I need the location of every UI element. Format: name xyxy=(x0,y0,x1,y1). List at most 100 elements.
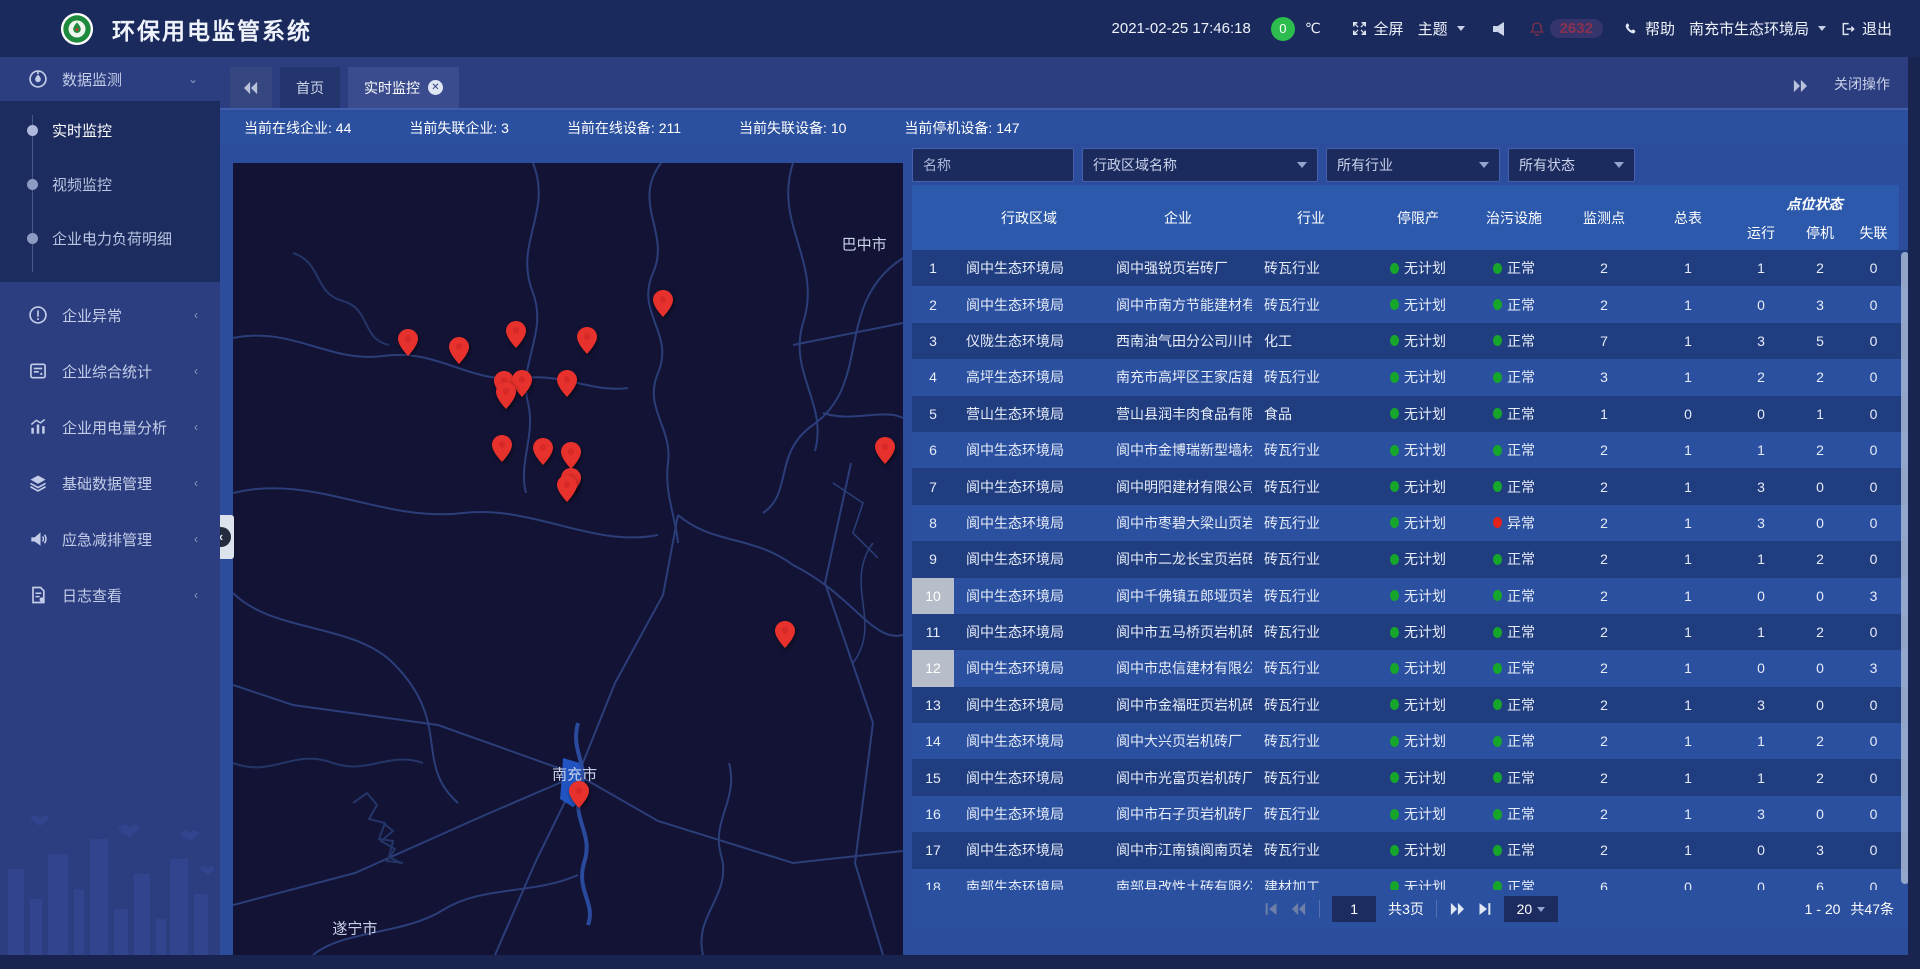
table-row[interactable]: 3 仪陇生态环境局 西南油气田分公司川中 化工 无计划 正常 xyxy=(912,323,1910,359)
cell-region: 阆中生态环境局 xyxy=(954,295,1104,315)
status-dot-icon xyxy=(1390,554,1399,565)
table-row[interactable]: 18 南部生态环境局 南部县改性土砖有限公 建材加工 无计划 正常 xyxy=(912,869,1910,890)
sidebar-item[interactable]: 应急减排管理 ‹ xyxy=(0,511,220,567)
tab-scroll-right-button[interactable] xyxy=(1792,79,1808,98)
close-icon[interactable]: ✕ xyxy=(428,80,443,95)
last-page-button[interactable] xyxy=(1477,902,1492,916)
tab-realtime-monitor[interactable]: 实时监控 ✕ xyxy=(348,67,459,108)
tab-home[interactable]: 首页 xyxy=(280,67,340,108)
table-row[interactable]: 2 阆中生态环境局 阆中市南方节能建材有 砖瓦行业 无计划 正常 xyxy=(912,286,1910,322)
sidebar-item[interactable]: 基础数据管理 ‹ xyxy=(0,455,220,511)
table-row[interactable]: 1 阆中生态环境局 阆中强锐页岩砖厂 砖瓦行业 无计划 正常 xyxy=(912,250,1910,286)
sidebar-item[interactable]: 企业用电量分析 ‹ xyxy=(0,399,220,455)
fullscreen-button[interactable]: 全屏 xyxy=(1351,18,1404,39)
table-row[interactable]: 7 阆中生态环境局 阆中明阳建材有限公司 砖瓦行业 无计划 正常 xyxy=(912,468,1910,504)
cell-lost: 3 xyxy=(1848,660,1899,676)
cell-stop-status: 无计划 xyxy=(1370,258,1466,278)
table-row[interactable]: 6 阆中生态环境局 阆中市金博瑞新型墙材 砖瓦行业 无计划 正常 xyxy=(912,432,1910,468)
table-row[interactable]: 4 高坪生态环境局 南充市高坪区王家店建 砖瓦行业 无计划 正常 xyxy=(912,359,1910,395)
table-row[interactable]: 14 阆中生态环境局 阆中大兴页岩机砖厂 砖瓦行业 无计划 正常 xyxy=(912,723,1910,759)
status-select[interactable]: 所有状态 xyxy=(1508,148,1635,182)
logout-button[interactable]: 退出 xyxy=(1840,18,1892,39)
cell-facility-status: 正常 xyxy=(1466,258,1562,278)
table-row[interactable]: 8 阆中生态环境局 阆中市枣碧大梁山页岩 砖瓦行业 无计划 异常 xyxy=(912,505,1910,541)
cell-industry: 砖瓦行业 xyxy=(1252,513,1370,533)
cell-lost: 0 xyxy=(1848,624,1899,640)
cell-lost: 0 xyxy=(1848,406,1899,422)
next-page-button[interactable] xyxy=(1449,902,1465,916)
status-text: 无计划 xyxy=(1404,731,1446,751)
table-row[interactable]: 9 阆中生态环境局 阆中市二龙长宝页岩砖 砖瓦行业 无计划 正常 xyxy=(912,541,1910,577)
table-row[interactable]: 13 阆中生态环境局 阆中市金福旺页岩机砖 砖瓦行业 无计划 正常 xyxy=(912,687,1910,723)
cell-company: 阆中市忠信建材有限公 xyxy=(1104,658,1252,678)
prev-page-button[interactable] xyxy=(1291,902,1307,916)
cell-meters: 0 xyxy=(1646,406,1730,422)
chevron-left-icon: ‹ xyxy=(194,308,198,322)
sidebar-item[interactable]: 企业综合统计 ‹ xyxy=(0,343,220,399)
cell-industry: 化工 xyxy=(1252,331,1370,351)
help-button[interactable]: 帮助 xyxy=(1623,18,1675,39)
notification-bell-button[interactable]: 2632 xyxy=(1528,19,1603,38)
cell-stopped: 0 xyxy=(1792,479,1848,495)
cell-region: 高坪生态环境局 xyxy=(954,367,1104,387)
table-row[interactable]: 12 阆中生态环境局 阆中市忠信建材有限公 砖瓦行业 无计划 正常 xyxy=(912,650,1910,686)
cell-industry: 食品 xyxy=(1252,404,1370,424)
theme-menu-button[interactable]: 主题 xyxy=(1418,18,1465,39)
sidebar-item[interactable]: 企业异常 ‹ xyxy=(0,287,220,343)
row-index: 15 xyxy=(912,759,954,795)
map-panel[interactable]: 巴中市南充市遂宁市 xyxy=(233,163,903,955)
page-size-select[interactable]: 20 xyxy=(1504,896,1558,922)
cell-facility-status: 正常 xyxy=(1466,731,1562,751)
cell-company: 南部县改性土砖有限公 xyxy=(1104,877,1252,890)
sidebar-item[interactable]: 日志查看 ‹ xyxy=(0,567,220,623)
cell-company: 阆中市枣碧大梁山页岩 xyxy=(1104,513,1252,533)
status-dot-icon xyxy=(1493,809,1502,820)
sidebar-subitem[interactable]: 视频监控 xyxy=(0,169,220,199)
cell-meters: 1 xyxy=(1646,551,1730,567)
row-index: 14 xyxy=(912,723,954,759)
cell-stop-status: 无计划 xyxy=(1370,477,1466,497)
table-row[interactable]: 17 阆中生态环境局 阆中市江南镇阆南页岩 砖瓦行业 无计划 正常 xyxy=(912,832,1910,868)
name-search-input[interactable] xyxy=(912,148,1074,182)
sidebar-subitem[interactable]: 实时监控 xyxy=(0,115,220,145)
industry-select[interactable]: 所有行业 xyxy=(1326,148,1500,182)
cell-run: 1 xyxy=(1730,733,1792,749)
fullscreen-label: 全屏 xyxy=(1374,18,1404,39)
table-row[interactable]: 15 阆中生态环境局 阆中市光富页岩机砖厂 砖瓦行业 无计划 正常 xyxy=(912,759,1910,795)
sidebar-item-data-monitor[interactable]: 数据监测 ⌄ xyxy=(0,57,220,101)
cell-stopped: 2 xyxy=(1792,260,1848,276)
skyline-decoration xyxy=(0,799,220,969)
stat-value: 3 xyxy=(501,120,509,136)
cell-points: 3 xyxy=(1562,369,1646,385)
table-row[interactable]: 16 阆中生态环境局 阆中市石子页岩机砖厂 砖瓦行业 无计划 正常 xyxy=(912,796,1910,832)
tab-scroll-left-button[interactable] xyxy=(230,67,272,108)
close-operations-button[interactable]: 关闭操作 xyxy=(1834,74,1890,94)
stat-label: 当前失联设备: xyxy=(739,120,827,136)
chevron-down-icon xyxy=(1297,162,1307,168)
status-text: 无计划 xyxy=(1404,586,1446,606)
table-row[interactable]: 11 阆中生态环境局 阆中市五马桥页岩机砖 砖瓦行业 无计划 正常 xyxy=(912,614,1910,650)
phone-icon xyxy=(1623,21,1639,37)
stat-label: 当前失联企业: xyxy=(409,120,497,136)
stat-item: 当前失联企业: 3 xyxy=(409,118,509,138)
cell-industry: 砖瓦行业 xyxy=(1252,295,1370,315)
cell-region: 阆中生态环境局 xyxy=(954,549,1104,569)
page-number-input[interactable]: 1 xyxy=(1332,896,1376,922)
table-row[interactable]: 10 阆中生态环境局 阆中千佛镇五郎垭页岩 砖瓦行业 无计划 正常 xyxy=(912,578,1910,614)
cell-stop-status: 无计划 xyxy=(1370,367,1466,387)
status-text: 正常 xyxy=(1507,295,1535,315)
cell-points: 2 xyxy=(1562,806,1646,822)
org-menu-button[interactable]: 南充市生态环境局 xyxy=(1689,18,1826,39)
cell-company: 阆中大兴页岩机砖厂 xyxy=(1104,731,1252,751)
cell-stop-status: 无计划 xyxy=(1370,695,1466,715)
cell-company: 阆中市江南镇阆南页岩 xyxy=(1104,840,1252,860)
sidebar-subitem[interactable]: 企业电力负荷明细 xyxy=(0,223,220,253)
cell-stopped: 2 xyxy=(1792,770,1848,786)
first-page-button[interactable] xyxy=(1264,902,1279,916)
region-select[interactable]: 行政区域名称 xyxy=(1082,148,1318,182)
speaker-mute-icon[interactable] xyxy=(1493,22,1504,36)
table-row[interactable]: 5 营山生态环境局 营山县润丰肉食品有限 食品 无计划 正常 xyxy=(912,396,1910,432)
status-text: 正常 xyxy=(1507,840,1535,860)
status-text: 无计划 xyxy=(1404,804,1446,824)
stat-item: 当前失联设备: 10 xyxy=(739,118,846,138)
